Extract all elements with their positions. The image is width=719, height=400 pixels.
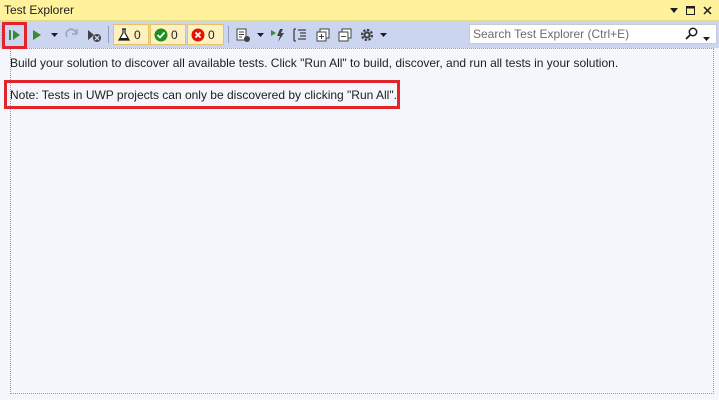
window-title: Test Explorer bbox=[4, 3, 75, 17]
not-run-count: 0 bbox=[134, 27, 141, 42]
collapse-icon bbox=[338, 28, 352, 41]
run-button[interactable] bbox=[30, 24, 44, 45]
not-run-filter-button[interactable]: 0 bbox=[113, 24, 149, 45]
passed-filter-button[interactable]: 0 bbox=[150, 24, 186, 45]
search-icon[interactable] bbox=[685, 27, 698, 43]
chevron-down-icon bbox=[256, 32, 264, 37]
expand-icon bbox=[316, 28, 330, 41]
search-options-dropdown[interactable] bbox=[703, 30, 710, 44]
info-message: Build your solution to discover all avai… bbox=[10, 56, 619, 70]
expand-all-button[interactable] bbox=[313, 24, 333, 45]
maximize-icon bbox=[685, 5, 695, 15]
maximize-button[interactable] bbox=[682, 2, 698, 18]
run-tests-after-build-button[interactable] bbox=[268, 24, 288, 45]
run-all-highlight bbox=[2, 22, 27, 49]
note-highlight bbox=[4, 80, 400, 109]
title-bar: Test Explorer bbox=[0, 0, 719, 21]
toolbar-separator bbox=[108, 26, 109, 43]
settings-button[interactable] bbox=[357, 24, 377, 45]
chevron-down-icon bbox=[379, 32, 387, 37]
window-position-dropdown-button[interactable] bbox=[666, 2, 682, 18]
repeat-icon bbox=[65, 27, 78, 37]
search-box[interactable] bbox=[469, 24, 717, 44]
group-by-button[interactable] bbox=[290, 24, 310, 45]
run-after-build-icon bbox=[271, 28, 284, 42]
toolbar-separator bbox=[228, 26, 229, 43]
close-icon bbox=[702, 5, 712, 15]
passed-count: 0 bbox=[171, 27, 178, 42]
x-circle-icon bbox=[191, 28, 205, 41]
failed-count: 0 bbox=[208, 27, 215, 42]
chevron-down-icon bbox=[50, 32, 58, 37]
playlist-dropdown-button[interactable] bbox=[256, 24, 264, 45]
repeat-last-run-button[interactable] bbox=[62, 24, 82, 45]
collapse-all-button[interactable] bbox=[335, 24, 355, 45]
gear-icon bbox=[360, 28, 374, 41]
flask-icon bbox=[117, 27, 131, 41]
chevron-down-icon bbox=[703, 37, 710, 41]
failed-filter-button[interactable]: 0 bbox=[187, 24, 224, 45]
cancel-icon bbox=[88, 29, 101, 42]
search-input[interactable] bbox=[473, 25, 683, 43]
group-icon bbox=[293, 27, 306, 42]
cancel-button[interactable] bbox=[84, 24, 104, 45]
playlist-button[interactable] bbox=[233, 24, 253, 45]
check-circle-icon bbox=[154, 28, 168, 41]
run-dropdown-button[interactable] bbox=[50, 24, 58, 45]
run-icon bbox=[33, 29, 41, 40]
playlist-icon bbox=[236, 28, 250, 42]
chevron-down-icon bbox=[670, 7, 678, 13]
settings-dropdown-button[interactable] bbox=[379, 24, 387, 45]
close-button[interactable] bbox=[699, 2, 715, 18]
